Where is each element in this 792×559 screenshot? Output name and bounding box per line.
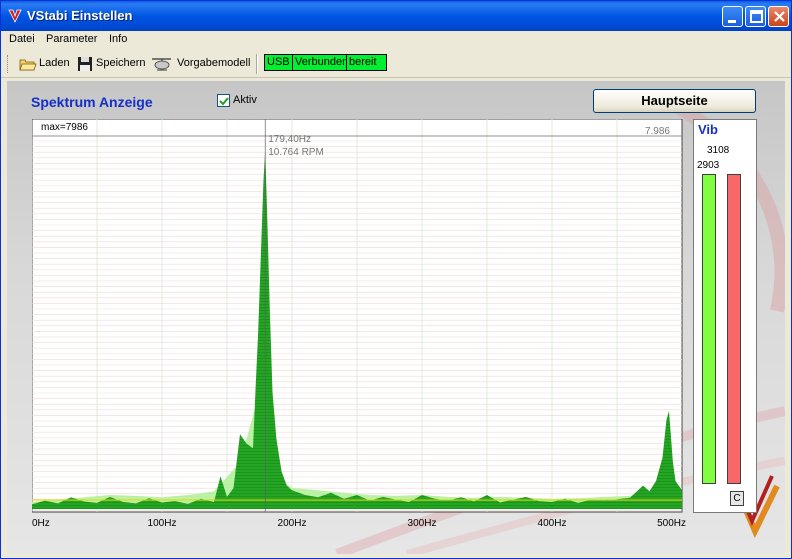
helicopter-icon — [152, 58, 171, 71]
vib-value-right: 3108 — [707, 145, 730, 156]
save-button[interactable]: Speichern — [76, 55, 146, 73]
menu-bar: Datei Parameter Info — [1, 31, 791, 49]
floppy-disk-icon — [78, 57, 92, 71]
x-tick-label: 400Hz — [538, 518, 567, 529]
connection-status: Verbunden — [292, 54, 352, 71]
vib-clear-button[interactable]: C — [730, 491, 744, 506]
default-model-label: Vorgabemodell — [177, 57, 251, 69]
spectrum-title: Spektrum Anzeige — [31, 94, 153, 110]
minimize-button[interactable] — [722, 6, 743, 27]
save-label: Speichern — [96, 57, 146, 69]
main-page-button[interactable]: Hauptseite — [593, 89, 756, 113]
menu-datei[interactable]: Datei — [9, 33, 35, 45]
load-label: Laden — [39, 57, 70, 69]
menu-info[interactable]: Info — [109, 33, 127, 45]
x-tick-label: 300Hz — [408, 518, 437, 529]
menu-parameter[interactable]: Parameter — [46, 33, 97, 45]
x-tick-label: 200Hz — [278, 518, 307, 529]
peak-rpm-label: 10.764 RPM — [268, 147, 324, 158]
window-title: VStabi Einstellen — [27, 8, 133, 23]
toolbar-separator — [256, 54, 258, 74]
max-value-label: 7.986 — [645, 126, 670, 137]
x-tick-label: 500Hz — [657, 518, 686, 529]
vib-bar-red — [727, 174, 741, 484]
checkmark-icon — [219, 97, 229, 106]
toolbar: Laden Speichern Vorgabemodell USB Verbun… — [1, 50, 791, 78]
main-panel: Spektrum Anzeige Aktiv Hauptseite max=79… — [7, 81, 785, 554]
app-logo-icon — [8, 9, 22, 23]
vib-value-left: 2903 — [697, 160, 720, 171]
default-model-button[interactable]: Vorgabemodell — [151, 55, 251, 73]
spectrum-chart-svg: max=7986 7.986 179,40Hz 10.764 RPM 0Hz 10… — [32, 119, 686, 529]
active-checkbox[interactable] — [217, 94, 230, 107]
folder-open-icon — [19, 59, 37, 71]
peak-frequency-label: 179,40Hz — [268, 134, 311, 145]
vibration-panel: Vib 3108 2903 C — [693, 119, 757, 513]
x-tick-label: 0Hz — [32, 518, 50, 529]
toolbar-grip[interactable] — [7, 55, 10, 73]
load-button[interactable]: Laden — [19, 55, 71, 73]
ready-status: bereit — [346, 54, 387, 71]
minimize-icon — [728, 20, 736, 23]
x-tick-label: 100Hz — [148, 518, 177, 529]
close-icon — [774, 11, 785, 22]
maximize-button[interactable] — [745, 6, 766, 27]
usb-status: USB — [264, 54, 293, 71]
spectrum-chart: max=7986 7.986 179,40Hz 10.764 RPM 0Hz 10… — [32, 119, 687, 539]
max-label: max=7986 — [41, 122, 88, 133]
maximize-icon — [750, 10, 763, 23]
active-label[interactable]: Aktiv — [233, 94, 257, 106]
vib-title: Vib — [698, 122, 718, 137]
close-button[interactable] — [768, 6, 789, 27]
application-window: VStabi Einstellen Datei Parameter Info L… — [0, 0, 792, 559]
vib-bar-green — [702, 174, 716, 484]
title-bar[interactable]: VStabi Einstellen — [1, 1, 791, 31]
